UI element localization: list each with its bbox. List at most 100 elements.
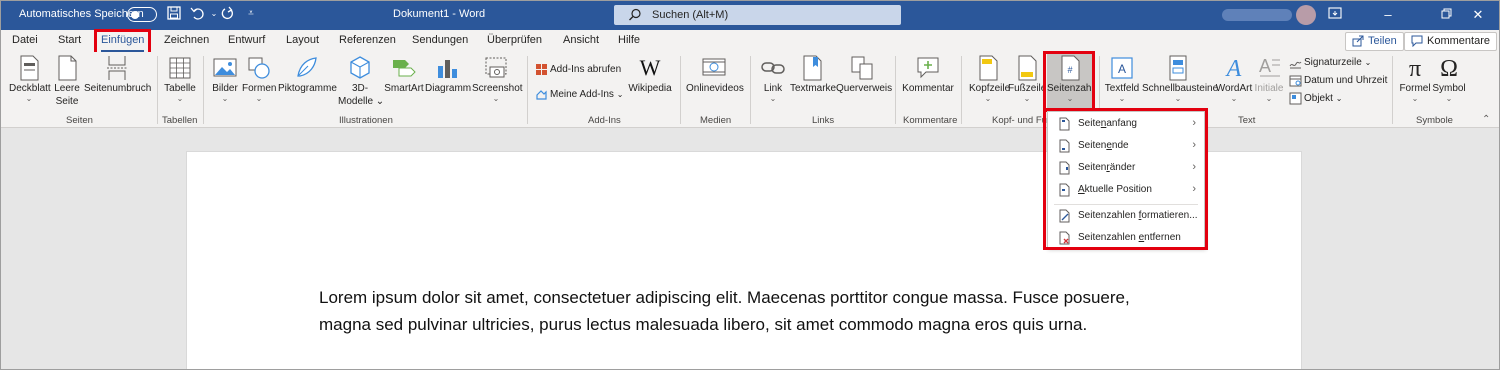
addins-abrufen-button[interactable]: Add-Ins abrufen [535, 63, 621, 76]
fusszeile-button[interactable]: Fußzeile ⌄ [1008, 54, 1046, 103]
leere-seite-button[interactable]: Leere Seite [53, 54, 81, 108]
group-seiten-label: Seiten [66, 115, 93, 126]
chevron-down-icon: ⌄ [221, 94, 229, 103]
onlinevideos-button[interactable]: Onlinevideos [686, 54, 744, 95]
object-icon [1289, 92, 1302, 105]
comments-button[interactable]: Kommentare [1404, 32, 1497, 51]
wordart-icon: A [1225, 56, 1242, 82]
bilder-button[interactable]: Bilder ⌄ [211, 54, 239, 103]
tab-layout[interactable]: Layout [286, 34, 319, 46]
save-icon[interactable] [166, 6, 182, 22]
smartart-icon [393, 60, 416, 77]
symbol-button[interactable]: Ω Symbol ⌄ [1432, 54, 1466, 103]
chevron-down-icon: ⌄ [769, 94, 777, 103]
3d-modelle-button[interactable]: 3D- Modelle ⌄ [338, 54, 384, 108]
chevron-down-icon: ⌄ [255, 94, 263, 103]
querverweis-button[interactable]: Querverweis [836, 54, 893, 95]
chevron-down-icon: ⌄ [984, 94, 992, 103]
formel-button[interactable]: π Formel ⌄ [1398, 54, 1432, 103]
ribbon-tabs: Datei Start Einfügen Zeichnen Entwurf La… [0, 30, 1500, 52]
datum-uhrzeit-button[interactable]: Datum und Uhrzeit [1289, 74, 1387, 87]
restore-icon[interactable] [1436, 6, 1456, 24]
tabelle-button[interactable]: Tabelle ⌄ [164, 54, 196, 103]
tab-hilfe[interactable]: Hilfe [618, 34, 640, 46]
piktogramme-label: Piktogramme [278, 83, 337, 94]
wordart-button[interactable]: A WordArt ⌄ [1215, 54, 1253, 103]
tab-datei[interactable]: Datei [12, 34, 38, 46]
cross-reference-icon [851, 56, 873, 80]
diagramm-button[interactable]: Diagramm [425, 54, 471, 95]
seitenumbruch-label: Seitenumbruch [84, 83, 152, 94]
querverweis-label: Querverweis [836, 83, 893, 94]
share-button[interactable]: Teilen [1345, 32, 1404, 51]
new-comment-icon [917, 57, 939, 79]
svg-text:Ω: Ω [1440, 56, 1458, 82]
share-label: Teilen [1368, 35, 1397, 47]
cube-icon [350, 56, 370, 79]
autosave-toggle[interactable] [127, 7, 157, 22]
piktogramme-button[interactable]: Piktogramme [278, 54, 337, 95]
close-icon[interactable]: ✕ [1468, 6, 1488, 24]
drop-cap-icon: A [1259, 56, 1280, 77]
smartart-label: SmartArt [384, 83, 424, 94]
svg-text:A: A [1225, 56, 1242, 82]
chart-icon [438, 60, 457, 78]
ribbon: Deckblatt ⌄ Leere Seite Seitenumbruch Se… [0, 52, 1500, 128]
schnellbausteine-button[interactable]: Schnellbausteine ⌄ [1142, 54, 1218, 103]
group-illustrationen-label: Illustrationen [339, 115, 393, 126]
signaturzeile-button[interactable]: Signaturzeile ⌄ [1289, 56, 1371, 69]
initiale-button: A Initiale ⌄ [1253, 54, 1285, 103]
tab-zeichnen[interactable]: Zeichnen [164, 34, 209, 46]
autosave-label: Automatisches Speichern [19, 8, 144, 20]
page-break-icon [107, 56, 127, 80]
kopfzeile-button[interactable]: Kopfzeile ⌄ [969, 54, 1010, 103]
comments-label: Kommentare [1427, 35, 1490, 47]
group-addins-label: Add-Ins [588, 115, 621, 126]
ribbon-display-options-icon[interactable] [1325, 6, 1345, 24]
document-title: Dokument1 - Word [393, 8, 486, 20]
smartart-button[interactable]: SmartArt [384, 54, 424, 95]
textfeld-button[interactable]: A Textfeld ⌄ [1104, 54, 1140, 103]
document-paragraph[interactable]: Lorem ipsum dolor sit amet, consectetuer… [319, 284, 1179, 338]
tab-start[interactable]: Start [58, 34, 81, 46]
text-box-icon: A [1111, 57, 1133, 79]
tab-ueberpruefen[interactable]: Überprüfen [487, 34, 542, 46]
pictures-icon [213, 58, 237, 77]
meine-addins-label: Meine Add-Ins [550, 89, 614, 101]
collapse-ribbon-icon[interactable]: ⌃ [1482, 114, 1490, 125]
objekt-button[interactable]: Objekt ⌄ [1289, 92, 1342, 105]
group-separator [203, 56, 204, 124]
screenshot-button[interactable]: Screenshot ⌄ [472, 54, 523, 103]
chevron-down-icon: ⌄ [1445, 94, 1453, 103]
deckblatt-button[interactable]: Deckblatt ⌄ [9, 54, 51, 103]
online-video-icon [702, 58, 726, 76]
onlinevideos-label: Onlinevideos [686, 83, 744, 94]
tab-referenzen[interactable]: Referenzen [339, 34, 396, 46]
meine-addins-button[interactable]: Meine Add-Ins ⌄ [535, 88, 623, 101]
search-box[interactable]: Suchen (Alt+M) [614, 5, 901, 25]
tab-entwurf[interactable]: Entwurf [228, 34, 265, 46]
minimize-icon[interactable]: – [1378, 6, 1398, 24]
chevron-down-icon: ⌄ [616, 90, 624, 100]
tab-ansicht[interactable]: Ansicht [563, 34, 599, 46]
redo-icon[interactable] [220, 6, 236, 22]
leere-seite-label-1: Leere [54, 83, 80, 94]
kommentar-button[interactable]: Kommentar [902, 54, 954, 95]
link-button[interactable]: Link ⌄ [759, 54, 787, 103]
datum-uhrzeit-label: Datum und Uhrzeit [1304, 75, 1388, 87]
group-kopf-fuss-label: Kopf- und Fu [992, 115, 1047, 126]
seitenumbruch-button[interactable]: Seitenumbruch [84, 54, 152, 95]
highlight-box-menu [1043, 108, 1208, 250]
customize-toolbar-icon[interactable]: ⩡ [243, 6, 259, 22]
undo-icon[interactable] [189, 6, 205, 22]
textmarke-button[interactable]: Textmarke [790, 54, 836, 95]
formen-button[interactable]: Formen ⌄ [242, 54, 276, 103]
wikipedia-label: Wikipedia [628, 83, 672, 94]
wikipedia-button[interactable]: W Wikipedia [628, 54, 672, 95]
tab-sendungen[interactable]: Sendungen [412, 34, 468, 46]
bookmark-icon [803, 55, 822, 81]
user-name[interactable] [1222, 9, 1292, 21]
chevron-down-icon: ⌄ [176, 94, 184, 103]
avatar[interactable] [1296, 5, 1316, 25]
group-separator [527, 56, 528, 124]
